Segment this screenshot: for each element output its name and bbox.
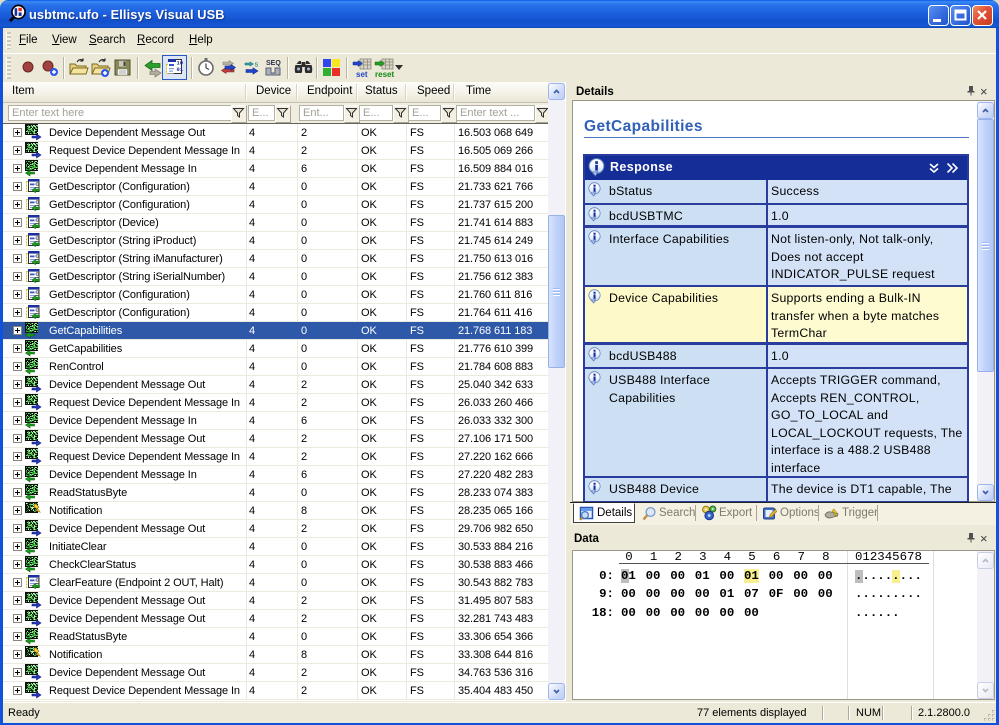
svg-text:s: s <box>255 60 259 69</box>
svg-text:set: set <box>356 70 368 79</box>
svg-text:reset: reset <box>375 70 394 79</box>
svg-text:01: 01 <box>177 66 184 73</box>
svg-text:SEQ: SEQ <box>266 60 281 67</box>
